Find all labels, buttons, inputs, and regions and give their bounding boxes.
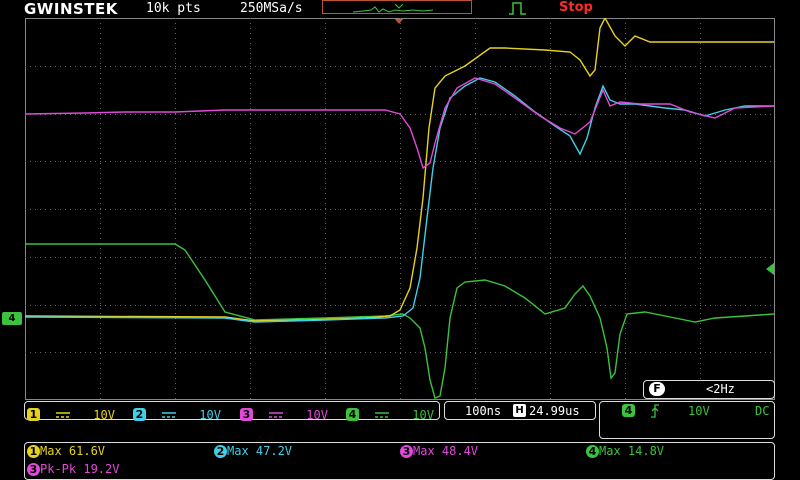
frequency-counter[interactable]: F <2Hz bbox=[643, 380, 775, 399]
meas-ch2-badge: 2 bbox=[214, 445, 227, 458]
dc-coupling-icon bbox=[268, 411, 283, 418]
horizontal-delay-icon: H bbox=[513, 404, 526, 417]
trigger-coupling: DC bbox=[755, 404, 770, 418]
graticule bbox=[25, 18, 775, 400]
dc-coupling-icon bbox=[55, 411, 70, 418]
dc-coupling-icon bbox=[374, 411, 389, 418]
meas-ch4-max: Max 14.8V bbox=[599, 444, 665, 458]
brand-logo: GWINSTEK bbox=[24, 0, 118, 18]
ch3-scale[interactable]: 3 10V bbox=[240, 404, 328, 423]
measurement-2[interactable]: 2 Max 47.2V bbox=[214, 444, 292, 458]
ch2-scale[interactable]: 2 10V bbox=[133, 404, 221, 423]
memory-overview-bar[interactable] bbox=[322, 0, 472, 14]
measurement-5[interactable]: 3 Pk-Pk 19.2V bbox=[27, 462, 119, 476]
sample-rate: 250MSa/s bbox=[240, 1, 303, 16]
meas-ch3-pkpk: Pk-Pk 19.2V bbox=[40, 462, 120, 476]
meas-ch2-max: Max 47.2V bbox=[227, 444, 293, 458]
ch2-badge: 2 bbox=[133, 408, 146, 421]
meas-ch1-max: Max 61.6V bbox=[40, 444, 106, 458]
ch3-volts: 10V bbox=[306, 407, 328, 422]
ch4-scale[interactable]: 4 10V bbox=[346, 404, 434, 423]
ch2-volts: 10V bbox=[199, 407, 221, 422]
meas-ch3-badge: 3 bbox=[400, 445, 413, 458]
ch4-volts: 10V bbox=[412, 407, 434, 422]
trigger-level: 10V bbox=[688, 404, 710, 418]
trigger-edge-icon bbox=[509, 2, 526, 15]
channel-scale-bar: 1 10V 2 10V 3 10V 4 10V bbox=[24, 401, 440, 423]
frequency-badge: F bbox=[649, 382, 665, 396]
timebase-box[interactable]: 100ns H 24.99us bbox=[444, 401, 596, 420]
dc-coupling-icon bbox=[161, 411, 176, 418]
trigger-source-badge: 4 bbox=[622, 404, 635, 417]
meas-ch1-badge: 1 bbox=[27, 445, 40, 458]
frequency-value: <2Hz bbox=[706, 382, 735, 396]
ch1-badge: 1 bbox=[27, 408, 40, 421]
run-stop-status[interactable]: Stop bbox=[559, 0, 593, 15]
meas-ch3b-badge: 3 bbox=[27, 463, 40, 476]
waveform-display[interactable] bbox=[25, 18, 775, 400]
measurement-panel: 1 Max 61.6V 2 Max 47.2V 3 Max 48.4V 4 Max 14… bbox=[24, 442, 775, 480]
measurement-3[interactable]: 3 Max 48.4V bbox=[400, 444, 478, 458]
measurement-1[interactable]: 1 Max 61.6V bbox=[27, 444, 105, 458]
ch4-trace bbox=[25, 243, 775, 399]
measurement-4[interactable]: 4 Max 14.8V bbox=[586, 444, 664, 458]
ch3-trace bbox=[25, 77, 775, 170]
ch1-scale[interactable]: 1 10V bbox=[27, 404, 115, 423]
ch4-badge: 4 bbox=[346, 408, 359, 421]
ch2-trace bbox=[25, 77, 774, 323]
ch3-badge: 3 bbox=[240, 408, 253, 421]
ch1-volts: 10V bbox=[93, 407, 115, 422]
meas-ch3-max: Max 48.4V bbox=[413, 444, 479, 458]
meas-ch4-badge: 4 bbox=[586, 445, 599, 458]
waveform-overview-icon bbox=[352, 3, 434, 13]
record-length: 10k pts bbox=[146, 1, 201, 16]
trigger-box[interactable]: 4 10V DC bbox=[599, 401, 775, 439]
horizontal-delay: 24.99us bbox=[529, 404, 580, 418]
timebase-scale: 100ns bbox=[465, 404, 502, 418]
ch1-trace bbox=[25, 18, 774, 322]
ch4-ground-marker[interactable]: 4 bbox=[2, 312, 22, 325]
rising-edge-icon bbox=[651, 404, 659, 418]
